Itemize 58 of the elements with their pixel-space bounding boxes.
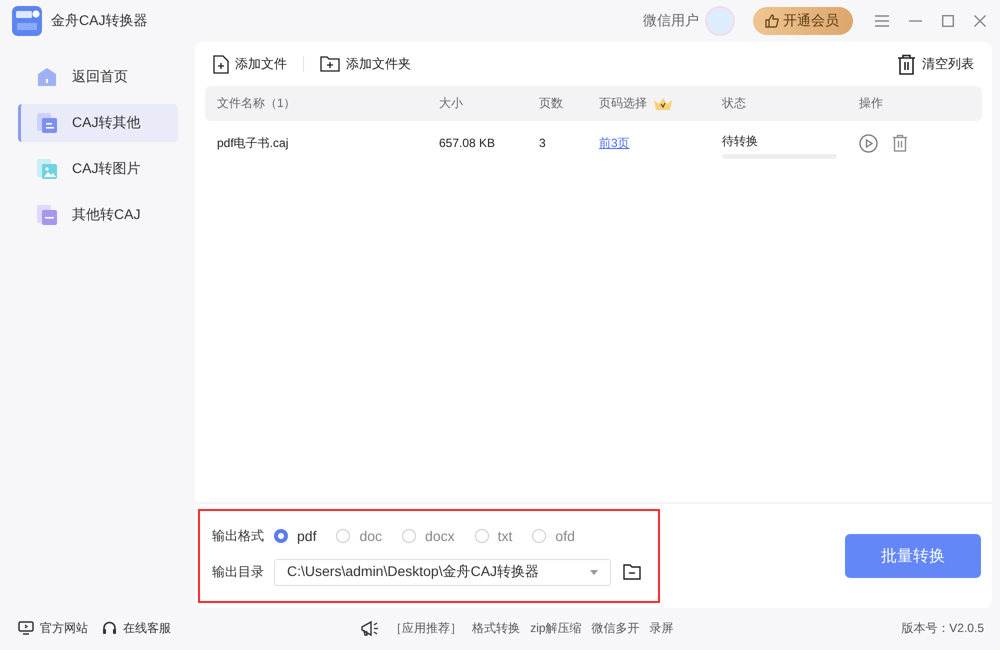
column-header: 操作 <box>859 95 884 112</box>
headset-icon <box>102 620 117 636</box>
maximize-icon[interactable] <box>942 15 954 27</box>
user-name[interactable]: 微信用户 <box>643 12 699 30</box>
promo-link[interactable]: 录屏 <box>650 620 674 636</box>
format-radio[interactable]: doc <box>336 528 382 544</box>
add-folder-icon <box>320 56 340 72</box>
format-label: 输出格式 <box>212 526 264 544</box>
promo-label: ［应用推荐］ <box>390 620 462 636</box>
caj-file-icon <box>36 204 58 226</box>
megaphone-icon <box>360 620 380 636</box>
sidebar-item[interactable]: CAJ转图片 <box>18 150 178 188</box>
trash-icon <box>897 54 916 74</box>
version-text: 版本号：V2.0.5 <box>901 620 984 636</box>
file-size-cell-text: 657.08 KB <box>439 136 496 150</box>
promo-link[interactable]: 格式转换 <box>472 620 520 636</box>
add-folder-button[interactable]: 添加文件夹 <box>320 55 411 73</box>
format-radio[interactable]: ofd <box>532 528 575 544</box>
folder-icon[interactable] <box>623 564 641 580</box>
clear-list-button[interactable]: 清空列表 <box>897 54 974 74</box>
column-header: 页数 <box>539 95 564 112</box>
app-logo-icon <box>12 6 42 36</box>
promo-link[interactable]: 微信多开 <box>592 620 640 636</box>
minimize-icon[interactable] <box>909 20 922 22</box>
crown-icon <box>653 96 673 110</box>
footer-link[interactable]: 官方网站 <box>40 620 88 636</box>
play-icon[interactable] <box>859 134 878 152</box>
format-radio[interactable]: pdf <box>274 528 316 544</box>
sidebar-item[interactable]: 其他转CAJ <box>18 196 178 234</box>
trash-icon[interactable] <box>892 134 908 152</box>
add-file-button[interactable]: 添加文件 <box>213 54 287 74</box>
column-header: 状态 <box>722 95 747 112</box>
sidebar-item[interactable]: 返回首页 <box>18 58 178 96</box>
dropdown-caret-icon <box>590 570 598 574</box>
add-file-icon <box>213 54 229 74</box>
column-header: 大小 <box>439 95 464 112</box>
column-header: 文件名称（1） <box>217 95 297 112</box>
house-icon <box>36 66 58 88</box>
footer-link[interactable]: 在线客服 <box>123 620 171 636</box>
promo-link[interactable]: zip解压缩 <box>530 620 582 636</box>
directory-label: 输出目录 <box>212 563 264 581</box>
page-count-cell-text: 3 <box>539 136 547 150</box>
format-radio[interactable]: docx <box>402 528 455 544</box>
sidebar-item[interactable]: CAJ转其他 <box>18 104 178 142</box>
monitor-icon <box>18 621 34 635</box>
window-title: 金舟CAJ转换器 <box>51 12 148 30</box>
vip-button[interactable]: 开通会员 <box>753 7 853 35</box>
thumbs-up-icon <box>765 14 779 28</box>
close-icon[interactable] <box>974 15 986 27</box>
document-icon <box>36 112 58 134</box>
format-radio[interactable]: txt <box>474 528 512 544</box>
image-icon <box>36 158 58 180</box>
status-text: 待转换 <box>722 133 759 150</box>
menu-icon[interactable] <box>875 15 889 27</box>
directory-dropdown[interactable]: C:\Users\admin\Desktop\金舟CAJ转换器 <box>274 558 611 586</box>
column-header: 页码选择 <box>599 95 647 112</box>
page-range-link[interactable]: 前3页 <box>599 136 630 150</box>
file-name-cell-text: pdf电子书.caj <box>217 134 290 152</box>
